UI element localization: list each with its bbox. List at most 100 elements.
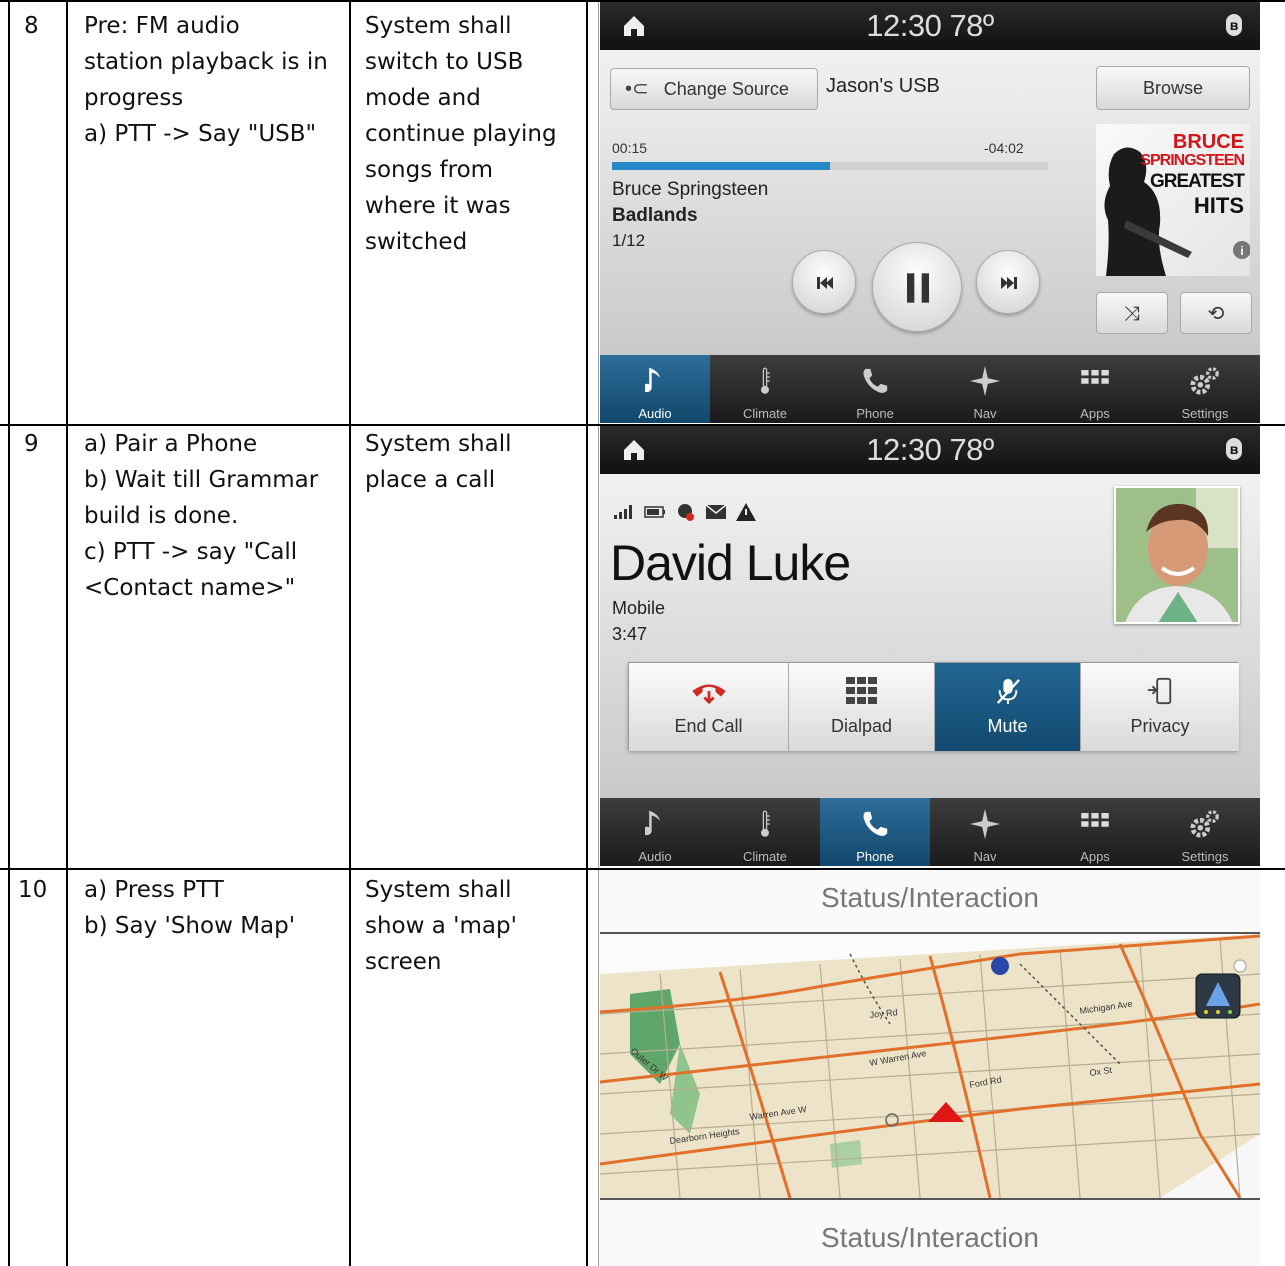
button-label: End Call xyxy=(674,716,743,736)
track-title: Badlands xyxy=(612,205,698,226)
precondition-cell: a) Pair a Phone b) Wait till Grammar bui… xyxy=(84,431,319,601)
compass-star-icon xyxy=(930,804,1040,844)
table-border-left xyxy=(8,0,10,1266)
shuffle-button[interactable]: ⤨ xyxy=(1096,292,1168,334)
phone-screen: 12:30 78º ʙ David Luke Mobile 3:47 End C… xyxy=(600,426,1260,867)
nav-settings[interactable]: Settings xyxy=(1150,798,1260,866)
next-track-button[interactable] xyxy=(976,250,1040,314)
table-divider xyxy=(586,0,588,1266)
table-divider xyxy=(349,0,351,1266)
nav-label: Audio xyxy=(638,406,672,421)
bluetooth-icon: ʙ xyxy=(1226,438,1242,460)
bluetooth-icon: ʙ xyxy=(1226,14,1242,36)
progress-track[interactable] xyxy=(612,162,1048,170)
apps-grid-icon xyxy=(1040,804,1150,844)
browse-button[interactable]: Browse xyxy=(1096,66,1250,110)
battery-icon xyxy=(644,506,665,518)
table-divider xyxy=(66,0,68,1266)
pause-button[interactable] xyxy=(872,242,962,332)
end-call-button[interactable]: End Call xyxy=(629,663,789,751)
nav-label: Apps xyxy=(1080,406,1110,421)
phone-icon xyxy=(820,361,930,401)
bottom-nav: Audio Climate Phone Nav Apps Settings xyxy=(600,798,1260,866)
nav-apps[interactable]: Apps xyxy=(1040,798,1150,866)
thermometer-icon xyxy=(710,361,820,401)
nav-climate[interactable]: Climate xyxy=(710,798,820,866)
nav-label: Apps xyxy=(1080,849,1110,864)
voicemail-icon xyxy=(678,504,694,521)
nav-settings[interactable]: Settings xyxy=(1150,355,1260,423)
thermometer-icon xyxy=(710,804,820,844)
album-art-text-1: BRUCE xyxy=(1172,131,1244,153)
clock-temperature: 12:30 78º xyxy=(866,432,994,467)
muted-mic-icon xyxy=(935,677,1080,705)
message-icon xyxy=(706,505,726,519)
nav-audio[interactable]: Audio xyxy=(600,798,710,866)
gears-icon xyxy=(1150,804,1260,844)
button-label: Mute xyxy=(987,716,1028,736)
music-note-icon xyxy=(600,361,710,401)
alert-icon xyxy=(736,503,756,521)
contact-photo-image xyxy=(1116,488,1238,622)
table-divider xyxy=(598,0,599,1266)
signal-icon xyxy=(614,505,632,519)
change-source-button[interactable]: •⊂ Change Source xyxy=(610,68,818,110)
nav-nav[interactable]: Nav xyxy=(930,355,1040,423)
nav-label: Audio xyxy=(638,849,672,864)
nav-label: Nav xyxy=(973,406,997,421)
audio-screen: 12:30 78º ʙ •⊂ Change Source Jason's USB… xyxy=(600,2,1260,423)
artist-name: Bruce Springsteen xyxy=(612,179,769,200)
nav-phone[interactable]: Phone xyxy=(820,798,930,866)
map-view[interactable]: Joy Rd W Warren Ave Warren Ave W Ford Rd… xyxy=(600,934,1260,1198)
shuffle-icon: ⤨ xyxy=(1124,303,1140,325)
nav-label: Phone xyxy=(856,406,894,421)
nav-audio[interactable]: Audio xyxy=(600,355,710,423)
repeat-button[interactable]: ⟲ xyxy=(1180,292,1252,334)
gears-icon xyxy=(1150,361,1260,401)
expected-result-cell: System shall switch to USB mode and cont… xyxy=(365,13,557,255)
expected-result-cell: System shall show a 'map' screen xyxy=(365,877,517,975)
audio-panel: •⊂ Change Source Jason's USB Browse 00:1… xyxy=(600,50,1260,355)
call-controls: End Call Dialpad Mute Privacy xyxy=(628,662,1239,751)
music-note-icon xyxy=(600,804,710,844)
map-bottom-border xyxy=(600,1198,1260,1200)
album-art-text-4: HITS xyxy=(1193,193,1244,218)
button-label: Dialpad xyxy=(830,716,893,736)
usb-icon: •⊂ xyxy=(625,78,649,100)
precondition-cell: Pre: FM audio station playback is in pro… xyxy=(84,13,328,147)
status-interaction-top: Status/Interaction xyxy=(821,882,1039,913)
album-art-text-2: SPRINGSTEEN xyxy=(1140,152,1245,169)
status-bar: 12:30 78º ʙ xyxy=(600,426,1260,474)
previous-icon xyxy=(817,277,833,289)
nav-climate[interactable]: Climate xyxy=(710,355,820,423)
nav-label: Climate xyxy=(742,406,788,421)
nav-label: Nav xyxy=(973,849,997,864)
call-panel: David Luke Mobile 3:47 End Call Dialpad … xyxy=(600,474,1260,798)
dialpad-button[interactable]: Dialpad xyxy=(789,663,935,751)
track-count: 1/12 xyxy=(612,231,646,250)
mute-button[interactable]: Mute xyxy=(935,663,1081,751)
dialpad-icon xyxy=(789,677,934,705)
compass-star-icon xyxy=(930,361,1040,401)
elapsed-time: 00:15 xyxy=(612,140,648,156)
expected-result-cell: System shall place a call xyxy=(365,431,512,493)
map-screen: Status/Interaction Joy Rd W Warren Ave W… xyxy=(600,870,1260,1266)
nav-nav[interactable]: Nav xyxy=(930,798,1040,866)
contact-name: David Luke xyxy=(610,535,851,591)
bottom-nav: Audio Climate Phone Nav Apps Settings xyxy=(600,355,1260,423)
call-duration: 3:47 xyxy=(612,624,648,644)
previous-track-button[interactable] xyxy=(792,250,856,314)
privacy-button[interactable]: Privacy xyxy=(1081,663,1239,751)
row-number: 9 xyxy=(24,431,39,457)
next-icon xyxy=(1001,277,1017,289)
status-interaction-bottom: Status/Interaction xyxy=(821,1222,1039,1253)
nav-label: Settings xyxy=(1181,849,1229,864)
nav-apps[interactable]: Apps xyxy=(1040,355,1150,423)
remaining-time: -04:02 xyxy=(984,140,1024,156)
nav-phone[interactable]: Phone xyxy=(820,355,930,423)
phone-status-icons xyxy=(614,502,756,522)
pause-icon xyxy=(907,273,929,303)
nav-label: Phone xyxy=(856,849,894,864)
progress-fill xyxy=(612,162,830,170)
album-art[interactable]: i BRUCE SPRINGSTEEN GREATEST HITS xyxy=(1096,124,1250,276)
